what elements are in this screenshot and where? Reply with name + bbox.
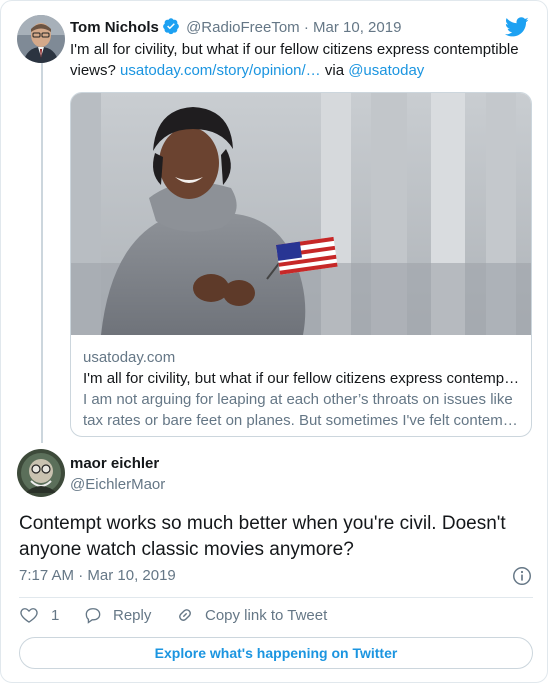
tweet-time: 7:17 AM bbox=[19, 567, 75, 584]
link-domain: usatoday.com bbox=[83, 349, 176, 366]
embedded-tweet-card: Tom Nichols @RadioFreeTom · Mar 10, 2019… bbox=[0, 0, 548, 683]
quoted-tweet-date[interactable]: Mar 10, 2019 bbox=[313, 19, 401, 36]
quoted-tweet-text: I'm all for civility, but what if our fe… bbox=[70, 39, 528, 81]
author-name[interactable]: maor eichler bbox=[70, 455, 159, 472]
article-link[interactable]: usatoday.com/story/opinion/… bbox=[120, 62, 321, 79]
explore-twitter-button[interactable]: Explore what's happening on Twitter bbox=[19, 637, 533, 669]
like-count: 1 bbox=[51, 606, 60, 624]
link-description-line-1: I am not arguing for leaping at each oth… bbox=[83, 391, 513, 408]
link-preview-card[interactable]: usatoday.com I'm all for civility, but w… bbox=[70, 92, 532, 437]
tweet-text: Contempt works so much better when you'r… bbox=[19, 513, 506, 560]
link-title: I'm all for civility, but what if our fe… bbox=[83, 370, 523, 387]
verified-badge-icon bbox=[163, 18, 179, 35]
quoted-tweet-header: Tom Nichols @RadioFreeTom · Mar 10, 2019 bbox=[70, 17, 401, 36]
link-icon bbox=[179, 609, 191, 621]
reply-label: Reply bbox=[113, 606, 152, 624]
tweet-date: Mar 10, 2019 bbox=[87, 567, 176, 584]
link-description-line-2: tax rates or bare feet on planes. But so… bbox=[83, 412, 523, 429]
via-text: via bbox=[320, 62, 349, 79]
tweet-timestamp[interactable]: 7:17 AM · Mar 10, 2019 bbox=[19, 567, 176, 584]
quoted-author-handle[interactable]: @RadioFreeTom bbox=[186, 19, 300, 36]
like-button[interactable]: 1 bbox=[19, 605, 59, 625]
twitter-bird-icon[interactable] bbox=[505, 15, 529, 39]
reply-button[interactable]: Reply bbox=[83, 605, 151, 625]
copy-link-label: Copy link to Tweet bbox=[205, 606, 328, 624]
actions-divider bbox=[19, 597, 533, 598]
thread-connector-line bbox=[41, 63, 43, 443]
copy-link-button[interactable]: Copy link to Tweet bbox=[175, 605, 327, 625]
quoted-author-name[interactable]: Tom Nichols bbox=[70, 19, 159, 36]
timestamp-separator: · bbox=[78, 567, 84, 584]
heart-icon bbox=[20, 608, 38, 623]
header-separator: · bbox=[303, 19, 309, 36]
author-handle[interactable]: @EichlerMaor bbox=[70, 476, 165, 493]
usatoday-mention[interactable]: @usatoday bbox=[348, 62, 424, 79]
article-photo bbox=[71, 93, 531, 335]
reply-bubble-icon bbox=[85, 608, 101, 624]
info-icon[interactable] bbox=[511, 565, 533, 587]
link-card-text: usatoday.com I'm all for civility, but w… bbox=[83, 347, 523, 431]
author-avatar[interactable] bbox=[17, 449, 65, 497]
quoted-author-avatar[interactable] bbox=[17, 15, 65, 63]
